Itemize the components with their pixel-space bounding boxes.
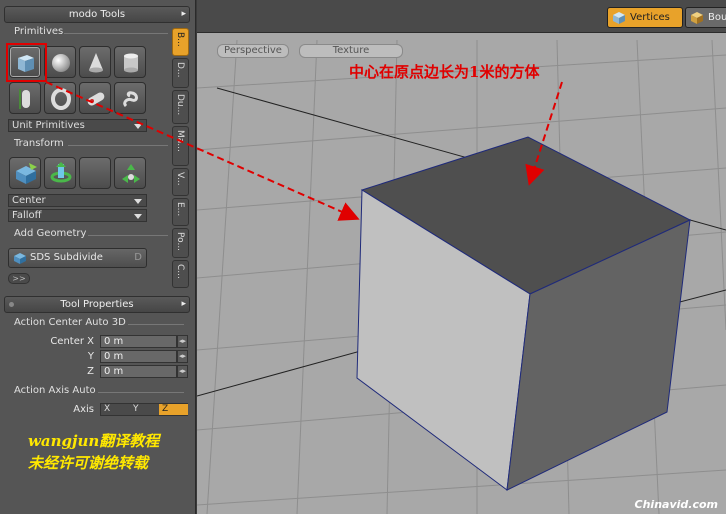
vtab-duplicate[interactable]: Du... <box>172 90 189 124</box>
tool-panel: modo Tools ▸ Primitives Unit Primitives … <box>0 0 196 514</box>
axis-label: Axis <box>73 404 94 415</box>
annotation-text: 中心在原点边长为1米的方体 <box>349 63 540 81</box>
sphere-tool-button[interactable] <box>44 46 76 78</box>
center-z-label: Z <box>87 366 94 377</box>
cube-icon <box>18 55 34 72</box>
capsule-tool-button[interactable] <box>9 82 41 114</box>
chevron-down-icon <box>134 214 142 219</box>
panel-dot-icon <box>9 302 14 307</box>
cylinder-icon <box>124 53 138 73</box>
center-z-field[interactable]: 0 m <box>100 365 177 378</box>
divider <box>68 145 168 146</box>
rotate-icon <box>50 162 72 183</box>
center-dropdown[interactable]: Center <box>8 194 147 207</box>
torus-tool-button[interactable] <box>44 82 76 114</box>
sds-subdivide-button[interactable]: SDS Subdivide D <box>8 248 147 268</box>
stepper-icon[interactable]: ◂▸ <box>177 350 188 363</box>
divider <box>64 33 168 34</box>
vtab-edge[interactable]: E... <box>172 198 189 226</box>
axis-y-option[interactable]: Y <box>130 404 159 415</box>
credit-text: Chinavid.com <box>634 498 718 511</box>
vertical-tab-strip: B... D... Du... Ma... V... E... Po... C.… <box>172 28 190 288</box>
divider <box>98 392 184 393</box>
viewport-toolbar: Vertices Bou <box>197 0 726 33</box>
primitives-label: Primitives <box>14 26 64 37</box>
modo-tools-title: modo Tools <box>68 9 126 20</box>
center-y-field[interactable]: 0 m <box>100 350 177 363</box>
sds-shortcut-key: D <box>134 252 142 263</box>
watermark-line1: wangjun翻译教程 <box>28 432 160 450</box>
cone-icon <box>89 53 103 73</box>
vtab-mesh[interactable]: Ma... <box>172 126 189 166</box>
vtab-vertex[interactable]: V... <box>172 168 189 196</box>
tool-properties-title: Tool Properties <box>60 299 134 310</box>
center-y-row: Y 0 m ◂▸ <box>0 350 196 364</box>
vertex-cube-icon <box>613 12 625 24</box>
vertices-mode-button[interactable]: Vertices <box>607 7 683 28</box>
cube-tool-button[interactable] <box>9 46 41 78</box>
vtab-basic[interactable]: B... <box>172 28 189 56</box>
capsule-icon <box>19 89 30 109</box>
axis-selector: X Y Z <box>100 403 188 416</box>
torus-icon <box>51 88 71 110</box>
divider <box>128 324 184 325</box>
move-tool-button[interactable] <box>9 157 41 189</box>
vtab-curve[interactable]: C... <box>172 260 189 288</box>
action-center-label: Action Center Auto 3D <box>14 317 126 328</box>
spiral-tool-button[interactable] <box>114 82 146 114</box>
move-icon <box>16 163 37 184</box>
chevron-down-icon <box>134 124 142 129</box>
tab-texture[interactable]: Texture <box>299 44 403 58</box>
tool-properties-header[interactable]: Tool Properties ▸ <box>4 296 190 313</box>
divider <box>88 235 168 236</box>
pill-tool-button[interactable] <box>79 82 111 114</box>
falloff-dropdown[interactable]: Falloff <box>8 209 147 222</box>
tab-perspective[interactable]: Perspective <box>217 44 289 58</box>
unit-primitives-dropdown[interactable]: Unit Primitives <box>8 119 147 132</box>
bounding-mode-button[interactable]: Bou <box>685 7 726 28</box>
bounding-box-icon <box>691 12 703 24</box>
sds-subdivide-icon <box>14 253 26 264</box>
axis-x-option[interactable]: X <box>101 404 130 415</box>
expand-arrow-icon[interactable]: ▸ <box>181 7 186 22</box>
unit-primitives-value: Unit Primitives <box>12 120 85 131</box>
vertices-label: Vertices <box>630 12 670 23</box>
scale-tool-button[interactable] <box>114 157 146 189</box>
falloff-value: Falloff <box>12 210 42 221</box>
expand-arrow-icon[interactable]: ▸ <box>181 297 186 312</box>
center-value: Center <box>12 195 46 206</box>
blank-tool-button[interactable] <box>79 157 111 189</box>
3d-viewport[interactable]: Perspective Texture 中心在原点边长为1米的方体 Chinav… <box>197 0 726 514</box>
rotate-tool-button[interactable] <box>44 157 76 189</box>
add-geometry-label: Add Geometry <box>14 228 87 239</box>
axis-z-option[interactable]: Z <box>159 404 188 415</box>
action-axis-label: Action Axis Auto <box>14 385 96 396</box>
cone-tool-button[interactable] <box>79 46 111 78</box>
pill-icon <box>87 92 105 106</box>
cylinder-tool-button[interactable] <box>114 46 146 78</box>
sds-subdivide-label: SDS Subdivide <box>30 252 103 263</box>
bounding-label: Bou <box>708 12 726 23</box>
center-x-label: Center X <box>50 336 94 347</box>
center-z-row: Z 0 m ◂▸ <box>0 365 196 379</box>
center-x-field[interactable]: 0 m <box>100 335 177 348</box>
spiral-icon <box>123 91 138 108</box>
watermark-line2: 未经许可谢绝转载 <box>28 454 149 472</box>
unit-cube <box>356 136 692 491</box>
center-y-label: Y <box>87 351 94 362</box>
vtab-polygon[interactable]: Po... <box>172 228 189 258</box>
stepper-icon[interactable]: ◂▸ <box>177 335 188 348</box>
vtab-deform[interactable]: D... <box>172 58 189 88</box>
transform-label: Transform <box>14 138 64 149</box>
stepper-icon[interactable]: ◂▸ <box>177 365 188 378</box>
center-x-row: Center X 0 m ◂▸ <box>0 335 196 349</box>
modo-tools-header[interactable]: modo Tools ▸ <box>4 6 190 23</box>
more-tools-button[interactable]: >> <box>8 273 30 284</box>
scale-icon <box>122 164 140 183</box>
chevron-down-icon <box>134 199 142 204</box>
sphere-icon <box>52 54 70 72</box>
